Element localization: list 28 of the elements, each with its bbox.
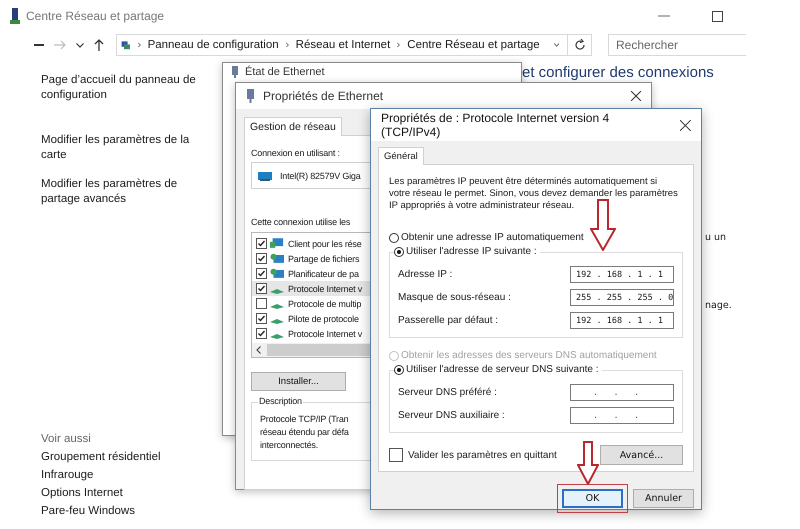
item-label: Protocole de multip [287,298,362,308]
description-text: Protocole TCP/IP (Tran [260,413,348,426]
page-text: et configurer des connexions [522,64,714,81]
field-label: Cette connexion utilise les [251,217,350,227]
field-label: Serveur DNS préféré : [398,387,497,398]
section-heading: Voir aussi [41,433,92,445]
window-title: Propriétés de : Protocole Internet version 4 (TCP/IPv4) [381,111,610,139]
item-label: Client pour les rése [287,238,363,248]
window-title: Propriétés de Ethernet [263,89,384,103]
item-label: Partage de fichiers [287,254,360,264]
item-label: Pilote de protocole [287,314,360,324]
intro-text: Les paramètres IP peuvent être déterminés automatiquement si votre réseau le permet. Sinon, vous devez demander les paramètres IP appropriés à votre administrateur réseau. [389,176,679,212]
field-label: Connexion en utilisant : [251,148,340,158]
item-label: Planificateur de pa [287,268,360,278]
item-label: Protocole Internet v [287,328,364,338]
window-title: Centre Réseau et partage [26,9,164,23]
page-text: nage. [705,300,733,313]
field-label: Masque de sous-réseau : [398,292,511,303]
group-label: Description [258,396,303,406]
field-label: Passerelle par défaut : [398,315,498,326]
description-text: interconnectés. [260,439,318,452]
adapter-name: Intel(R) 82579V Giga [280,170,361,180]
description-text: réseau étendu par défa [260,426,349,439]
field-label: Serveur DNS auxiliaire : [398,410,505,421]
page-text: u un [705,232,728,245]
field-label: Adresse IP : [398,269,452,280]
window-title: État de Ethernet [245,66,324,78]
item-label: Protocole Internet v [287,284,364,294]
